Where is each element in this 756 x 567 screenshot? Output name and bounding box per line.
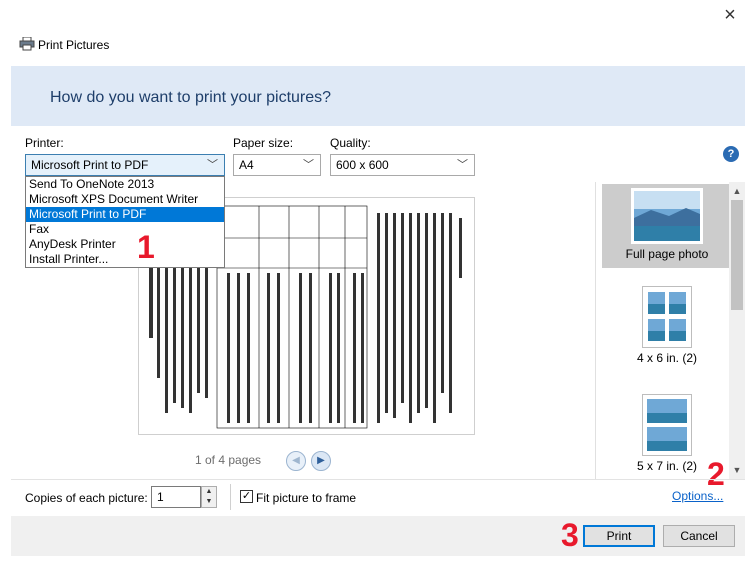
page-heading: How do you want to print your pictures?: [50, 89, 332, 106]
landscape-photo-thumbnail: [631, 188, 703, 244]
step-number-2: 2: [707, 456, 725, 492]
scroll-thumb[interactable]: [731, 200, 743, 310]
printer-option-send-to-onenote[interactable]: Send To OneNote 2013: [26, 177, 224, 192]
cancel-button[interactable]: Cancel: [663, 525, 735, 547]
scroll-up-icon[interactable]: ▲: [729, 183, 745, 199]
layout-options-pane: Full page photo 4 x 6 in. (2) 5 x 7 in. …: [595, 182, 745, 479]
paper-size-label: Paper size:: [233, 136, 294, 150]
printer-option-xps-writer[interactable]: Microsoft XPS Document Writer: [26, 192, 224, 207]
printer-selected-value: Microsoft Print to PDF: [31, 158, 149, 172]
two-photo-thumbnail: [642, 286, 692, 348]
page-counter: 1 of 4 pages: [195, 453, 262, 467]
quality-value: 600 x 600: [336, 158, 389, 172]
chevron-down-icon: ﹀: [457, 159, 468, 171]
fit-to-frame-label[interactable]: Fit picture to frame: [256, 491, 356, 505]
quality-label: Quality:: [330, 136, 371, 150]
spin-up-icon[interactable]: ▲: [202, 487, 216, 497]
printer-icon: [19, 36, 35, 51]
step-number-1: 1: [137, 229, 155, 265]
title-bar: [0, 0, 756, 62]
printer-option-install-printer[interactable]: Install Printer...: [26, 252, 224, 267]
previous-page-button[interactable]: ◀: [286, 451, 306, 471]
copies-spinner[interactable]: ▲ ▼: [201, 486, 217, 508]
two-photo-thumbnail: [642, 394, 692, 456]
next-page-button[interactable]: ▶: [311, 451, 331, 471]
printer-label: Printer:: [25, 136, 64, 150]
chevron-down-icon: ﹀: [303, 159, 314, 171]
printer-option-fax[interactable]: Fax: [26, 222, 224, 237]
options-link[interactable]: Options...: [672, 489, 723, 503]
layout-label: Full page photo: [625, 247, 709, 261]
printer-dropdown[interactable]: Microsoft Print to PDF ﹀: [25, 154, 225, 176]
step-number-3: 3: [561, 517, 579, 553]
copies-label: Copies of each picture:: [25, 491, 148, 505]
printer-dropdown-list: Send To OneNote 2013 Microsoft XPS Docum…: [25, 176, 225, 268]
paper-size-dropdown[interactable]: A4 ﹀: [233, 154, 321, 176]
printer-option-anydesk[interactable]: AnyDesk Printer: [26, 237, 224, 252]
paper-size-value: A4: [239, 158, 254, 172]
window-title: Print Pictures: [38, 38, 110, 52]
close-icon[interactable]: ×: [716, 4, 744, 28]
help-icon[interactable]: ?: [723, 146, 739, 162]
layout-4x6-two[interactable]: 4 x 6 in. (2): [602, 286, 732, 370]
divider: [11, 479, 745, 480]
layout-full-page-photo[interactable]: Full page photo: [602, 184, 732, 268]
divider: [230, 484, 231, 510]
print-button[interactable]: Print: [583, 525, 655, 547]
chevron-down-icon: ﹀: [207, 159, 218, 171]
printer-option-print-to-pdf[interactable]: Microsoft Print to PDF: [26, 207, 224, 222]
fit-to-frame-checkbox[interactable]: ✓: [240, 490, 253, 503]
scroll-down-icon[interactable]: ▼: [729, 462, 745, 478]
quality-dropdown[interactable]: 600 x 600 ﹀: [330, 154, 475, 176]
layout-label: 4 x 6 in. (2): [636, 351, 698, 365]
copies-input[interactable]: 1: [151, 486, 201, 508]
spin-down-icon[interactable]: ▼: [202, 497, 216, 507]
